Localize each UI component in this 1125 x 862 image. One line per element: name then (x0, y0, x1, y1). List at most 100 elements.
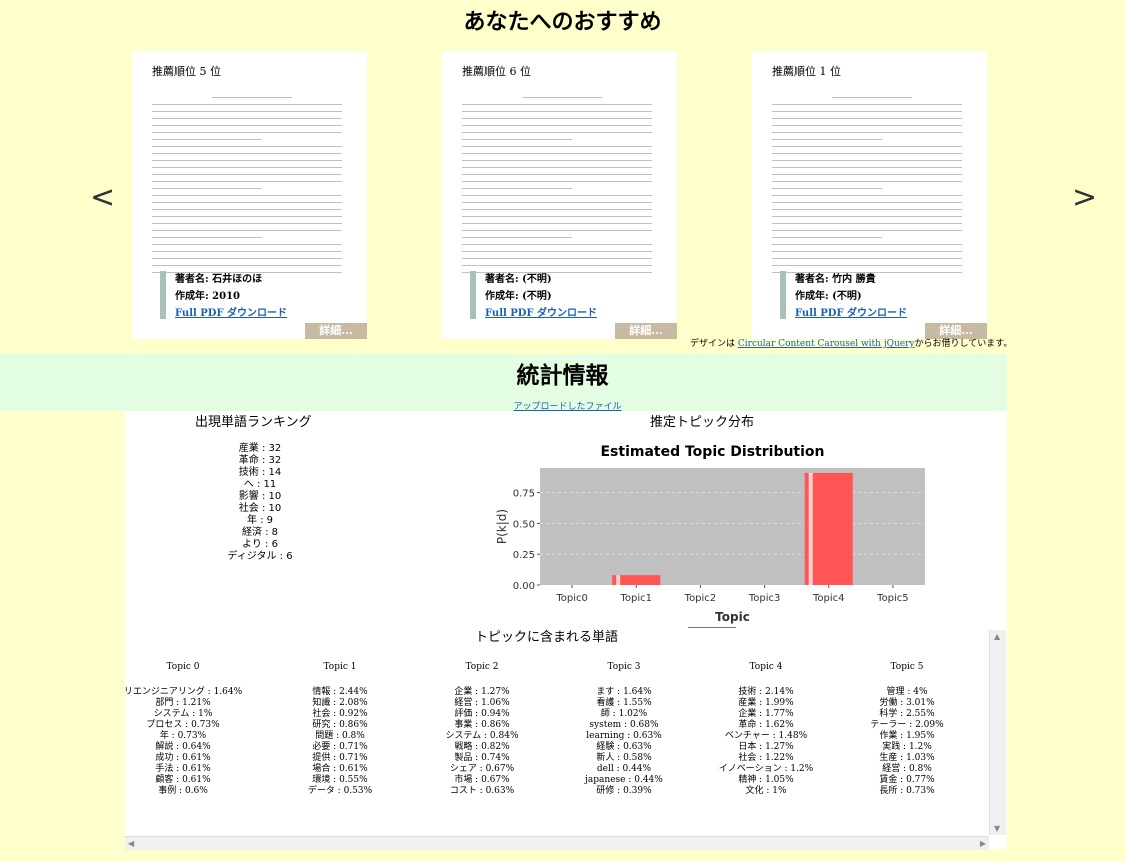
document-text-line (152, 167, 342, 168)
recommendation-card[interactable]: 推薦順位 1 位著者名: 竹内 勝貴 作成年: (不明) Full PDF ダウンロ… (752, 51, 987, 339)
topic-word: 長所 : 0.73% (879, 786, 935, 796)
document-text-line (152, 111, 342, 112)
document-text-line (462, 195, 652, 196)
topic-word: リエンジニアリング : 1.64% (123, 687, 243, 697)
topic-word: 実践 : 1.2% (882, 742, 932, 752)
topic-word: 解説 : 0.64% (155, 742, 211, 752)
document-text-line (462, 160, 652, 161)
vertical-scrollbar[interactable]: ▲ ▼ (989, 630, 1006, 835)
document-text-line (152, 132, 342, 133)
chart-bar-highlight (808, 472, 813, 585)
topic-word: 製品 : 0.74% (454, 753, 510, 763)
x-axis-label: Topic (715, 610, 750, 624)
topic-word: シェア : 0.67% (449, 764, 515, 774)
scroll-left-icon[interactable]: ◀ (128, 839, 134, 848)
ranking-item: へ : 11 (243, 479, 277, 490)
document-text-line (152, 258, 342, 259)
topic-name: Topic 3 (607, 662, 641, 672)
recommendations-title: あなたへのおすすめ (463, 10, 662, 35)
document-thumbnail[interactable] (772, 87, 967, 297)
topic-name: Topic 2 (465, 662, 499, 672)
recommendation-rank: 推薦順位 5 位 (152, 65, 221, 78)
document-text-line (152, 209, 342, 210)
document-text-line (462, 167, 652, 168)
credit-prefix: デザインは (690, 339, 738, 349)
topic-word: 生産 : 1.03% (879, 753, 935, 763)
x-tick-label: Topic4 (812, 593, 845, 604)
recommendation-card[interactable]: 推薦順位 5 位著者名: 石井ほのほ 作成年: 2010 Full PDF ダウンロ… (132, 51, 367, 339)
document-text-line (772, 153, 962, 154)
uploaded-file-link[interactable]: アップロードしたファイル (513, 402, 621, 412)
document-text-line (462, 146, 652, 147)
recommendation-rank: 推薦順位 1 位 (772, 65, 841, 78)
document-text-line (772, 244, 962, 245)
topic-word: 必要 : 0.71% (312, 742, 368, 752)
author-label: 著者名: (不明) (485, 274, 552, 285)
document-text-line (772, 209, 962, 210)
document-text-line (462, 125, 652, 126)
design-credit: デザインは Circular Content Carousel with jQu… (690, 336, 1012, 349)
document-text-line (772, 132, 962, 133)
topic-word: 作業 : 1.95% (879, 731, 935, 741)
document-text-line (462, 251, 652, 252)
details-button[interactable]: 詳細... (615, 323, 677, 339)
topic-column: Topic 1 情報 : 2.44% 知識 : 2.08% 社会 : 0.92% 研究 … (270, 662, 410, 797)
scroll-up-icon[interactable]: ▲ (994, 632, 1000, 641)
document-text-line (462, 202, 652, 203)
document-text-line (152, 244, 342, 245)
year-label: 作成年: (不明) (795, 291, 862, 302)
horizontal-scrollbar[interactable]: ◀ ▶ (125, 836, 989, 850)
chart-bar-highlight (616, 575, 621, 585)
document-text-line (772, 139, 882, 140)
scroll-right-icon[interactable]: ▶ (980, 839, 986, 848)
document-text-line (152, 202, 342, 203)
topic-column: Topic 3 ます : 1.64% 看護 : 1.55% 師 : 1.02% syst… (554, 662, 694, 797)
topic-word: 看護 : 1.55% (596, 698, 652, 708)
topic-word: 師 : 1.02% (600, 709, 648, 719)
chart-plot-area (540, 468, 925, 585)
topic-word: 研修 : 0.39% (596, 786, 652, 796)
topic-word: 年 : 0.73% (159, 731, 207, 741)
document-text-line (152, 265, 342, 266)
topic-word: 手法 : 0.61% (155, 764, 211, 774)
document-text-line (772, 237, 882, 238)
x-tick-label: Topic2 (684, 593, 717, 604)
document-text-line (462, 111, 652, 112)
chart-title: Estimated Topic Distribution (600, 444, 825, 460)
ranking-item: 技術 : 14 (238, 467, 282, 478)
topic-word: 部門 : 1.21% (155, 698, 211, 708)
document-text-line (462, 174, 652, 175)
carousel-next-button[interactable]: > (1072, 180, 1097, 215)
uploaded-file-row: アップロードしたファイル (0, 399, 1125, 412)
topic-column: Topic 4 技術 : 2.14% 産業 : 1.99% 企業 : 1.77% 革命 … (696, 662, 836, 797)
document-text-line (462, 216, 652, 217)
document-text-line (152, 160, 342, 161)
document-thumbnail[interactable] (152, 87, 347, 297)
document-text-line (772, 265, 962, 266)
pdf-download-link[interactable]: Full PDF ダウンロード (795, 308, 907, 319)
carousel-credit-link[interactable]: Circular Content Carousel with jQuery (738, 339, 915, 349)
topic-word: テーラー : 2.09% (870, 720, 944, 730)
recommendation-card[interactable]: 推薦順位 6 位著者名: (不明) 作成年: (不明) Full PDF ダウンロー… (442, 51, 677, 339)
ranking-item: より : 6 (242, 539, 278, 550)
topic-distribution-chart: 0.00 0.25 0.50 0.75 Topic0 Topic1 Topic2 Topic3… (495, 468, 925, 624)
pdf-download-link[interactable]: Full PDF ダウンロード (485, 308, 597, 319)
credit-suffix: からお借りしています。 (914, 339, 1013, 349)
document-text-line (152, 118, 342, 119)
document-text-line (462, 265, 652, 266)
document-thumbnail[interactable] (462, 87, 657, 297)
pdf-download-link[interactable]: Full PDF ダウンロード (175, 308, 287, 319)
topic-word: ます : 1.64% (596, 687, 652, 697)
x-tick-label: Topic3 (748, 593, 781, 604)
topic-word: 技術 : 2.14% (738, 687, 794, 697)
details-button[interactable]: 詳細... (305, 323, 367, 339)
scroll-down-icon[interactable]: ▼ (994, 824, 1000, 833)
ranking-item: 年 : 9 (246, 515, 274, 526)
topic-word: 情報 : 2.44% (312, 687, 368, 697)
year-label: 作成年: (不明) (485, 291, 552, 302)
topic-word: 環境 : 0.55% (312, 775, 368, 785)
recommendation-rank: 推薦順位 6 位 (462, 65, 531, 78)
carousel-prev-button[interactable]: < (90, 180, 115, 215)
document-text-line (152, 139, 262, 140)
topic-word: 顧客 : 0.61% (155, 775, 211, 785)
